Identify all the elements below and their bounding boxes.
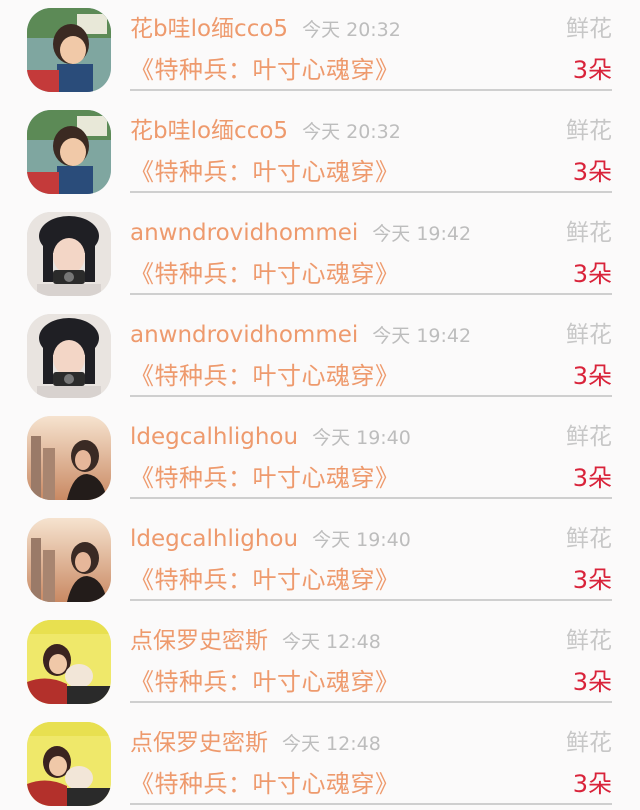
- gift-record-item[interactable]: anwndrovidhommei 今天 19:42 鲜花 《特种兵：叶寸心魂穿》 …: [0, 204, 640, 306]
- send-time: 今天 19:40: [312, 529, 411, 551]
- sender-name[interactable]: 点保罗史密斯 今天 12:48: [130, 729, 381, 758]
- divider: [130, 497, 612, 499]
- gift-record-item[interactable]: 花b哇lo缅cco5 今天 20:32 鲜花 《特种兵：叶寸心魂穿》 3朵: [0, 102, 640, 204]
- avatar[interactable]: [27, 620, 111, 704]
- sender-name[interactable]: 花b哇lo缅cco5 今天 20:32: [130, 117, 401, 146]
- avatar[interactable]: [27, 212, 111, 296]
- book-title[interactable]: 《特种兵：叶寸心魂穿》: [130, 769, 400, 799]
- gift-count: 3朵: [572, 566, 612, 594]
- gift-record-item[interactable]: ldegcalhlighou 今天 19:40 鲜花 《特种兵：叶寸心魂穿》 3朵: [0, 510, 640, 612]
- gift-record-list: 花b哇lo缅cco5 今天 20:32 鲜花 《特种兵：叶寸心魂穿》 3朵 花b哇…: [0, 0, 640, 810]
- divider: [130, 599, 612, 601]
- gift-type: 鲜花: [566, 16, 612, 42]
- book-title[interactable]: 《特种兵：叶寸心魂穿》: [130, 55, 400, 85]
- girl-camera-photo-icon: [27, 212, 111, 296]
- avatar[interactable]: [27, 416, 111, 500]
- divider: [130, 89, 612, 91]
- book-title[interactable]: 《特种兵：叶寸心魂穿》: [130, 565, 400, 595]
- send-time: 今天 20:32: [302, 121, 401, 143]
- gift-count: 3朵: [572, 668, 612, 696]
- gift-record-item[interactable]: 花b哇lo缅cco5 今天 20:32 鲜花 《特种兵：叶寸心魂穿》 3朵: [0, 0, 640, 102]
- gift-record-item[interactable]: anwndrovidhommei 今天 19:42 鲜花 《特种兵：叶寸心魂穿》 …: [0, 306, 640, 408]
- girl-camera-photo-icon: [27, 314, 111, 398]
- sender-name[interactable]: 点保罗史密斯 今天 12:48: [130, 627, 381, 656]
- sender-name[interactable]: ldegcalhlighou 今天 19:40: [130, 423, 411, 452]
- sunset-woman-photo-icon: [27, 518, 111, 602]
- divider: [130, 191, 612, 193]
- send-time: 今天 12:48: [282, 733, 381, 755]
- gift-count: 3朵: [572, 464, 612, 492]
- avatar[interactable]: [27, 8, 111, 92]
- send-time: 今天 19:40: [312, 427, 411, 449]
- gift-type: 鲜花: [566, 526, 612, 552]
- sender-name[interactable]: 花b哇lo缅cco5 今天 20:32: [130, 15, 401, 44]
- gift-record-item[interactable]: ldegcalhlighou 今天 19:40 鲜花 《特种兵：叶寸心魂穿》 3朵: [0, 408, 640, 510]
- sender-name[interactable]: anwndrovidhommei 今天 19:42: [130, 219, 471, 248]
- divider: [130, 701, 612, 703]
- gift-type: 鲜花: [566, 118, 612, 144]
- gift-count: 3朵: [572, 260, 612, 288]
- send-time: 今天 12:48: [282, 631, 381, 653]
- sunset-woman-photo-icon: [27, 416, 111, 500]
- gift-record-item[interactable]: 点保罗史密斯 今天 12:48 鲜花 《特种兵：叶寸心魂穿》 3朵: [0, 612, 640, 714]
- divider: [130, 395, 612, 397]
- gift-count: 3朵: [572, 770, 612, 798]
- book-title[interactable]: 《特种兵：叶寸心魂穿》: [130, 667, 400, 697]
- gift-count: 3朵: [572, 362, 612, 390]
- avatar[interactable]: [27, 314, 111, 398]
- gift-type: 鲜花: [566, 322, 612, 348]
- book-title[interactable]: 《特种兵：叶寸心魂穿》: [130, 259, 400, 289]
- gift-type: 鲜花: [566, 424, 612, 450]
- avatar[interactable]: [27, 110, 111, 194]
- divider: [130, 803, 612, 805]
- book-title[interactable]: 《特种兵：叶寸心魂穿》: [130, 157, 400, 187]
- boy-photo-icon: [27, 110, 111, 194]
- book-title[interactable]: 《特种兵：叶寸心魂穿》: [130, 463, 400, 493]
- gift-count: 3朵: [572, 56, 612, 84]
- send-time: 今天 19:42: [372, 325, 472, 347]
- book-title[interactable]: 《特种兵：叶寸心魂穿》: [130, 361, 400, 391]
- cat-hug-photo-icon: [27, 722, 111, 806]
- sender-name[interactable]: ldegcalhlighou 今天 19:40: [130, 525, 411, 554]
- gift-count: 3朵: [572, 158, 612, 186]
- boy-photo-icon: [27, 8, 111, 92]
- send-time: 今天 20:32: [302, 19, 401, 41]
- gift-record-item[interactable]: 点保罗史密斯 今天 12:48 鲜花 《特种兵：叶寸心魂穿》 3朵: [0, 714, 640, 810]
- send-time: 今天 19:42: [372, 223, 472, 245]
- gift-type: 鲜花: [566, 220, 612, 246]
- divider: [130, 293, 612, 295]
- avatar[interactable]: [27, 518, 111, 602]
- gift-type: 鲜花: [566, 730, 612, 756]
- cat-hug-photo-icon: [27, 620, 111, 704]
- sender-name[interactable]: anwndrovidhommei 今天 19:42: [130, 321, 471, 350]
- gift-type: 鲜花: [566, 628, 612, 654]
- avatar[interactable]: [27, 722, 111, 806]
